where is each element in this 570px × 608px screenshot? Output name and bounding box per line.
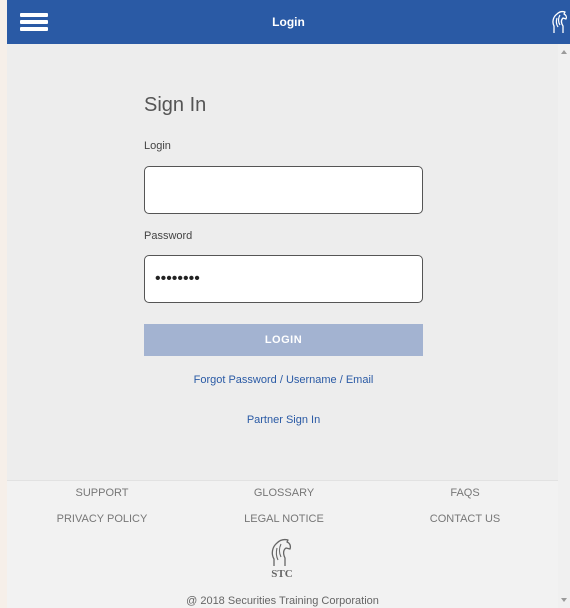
footer-link-glossary[interactable]: GLOSSARY xyxy=(204,487,364,499)
svg-text:STC: STC xyxy=(271,568,292,580)
vertical-scrollbar[interactable] xyxy=(558,44,570,608)
footer-link-privacy-policy[interactable]: PRIVACY POLICY xyxy=(22,513,182,525)
footer-link-faqs[interactable]: FAQS xyxy=(385,487,545,499)
login-button[interactable]: LOGIN xyxy=(144,324,423,356)
copyright-text: @ 2018 Securities Training Corporation xyxy=(186,595,379,607)
sign-in-heading: Sign In xyxy=(144,94,207,116)
main-content: Sign In Login Password LOGIN Forgot Pass… xyxy=(7,44,558,608)
stc-logo: STC xyxy=(271,538,293,580)
hamburger-menu-icon[interactable] xyxy=(20,13,48,31)
password-input[interactable] xyxy=(144,255,423,303)
footer: SUPPORT GLOSSARY FAQS PRIVACY POLICY LEG… xyxy=(7,480,558,608)
footer-link-contact-us[interactable]: CONTACT US xyxy=(385,513,545,525)
scroll-down-arrow-icon[interactable] xyxy=(561,598,567,602)
password-label: Password xyxy=(144,230,193,242)
scroll-up-arrow-icon[interactable] xyxy=(561,50,567,54)
top-navigation-bar: Login xyxy=(7,0,570,44)
footer-link-support[interactable]: SUPPORT xyxy=(22,487,182,499)
window-left-edge xyxy=(0,0,7,608)
login-input[interactable] xyxy=(144,166,423,214)
login-label: Login xyxy=(144,140,171,152)
footer-link-legal-notice[interactable]: LEGAL NOTICE xyxy=(204,513,364,525)
partner-sign-in-link[interactable]: Partner Sign In xyxy=(144,414,423,426)
page-title: Login xyxy=(272,15,305,29)
forgot-password-link[interactable]: Forgot Password / Username / Email xyxy=(144,374,423,386)
horse-logo-icon xyxy=(552,10,568,33)
